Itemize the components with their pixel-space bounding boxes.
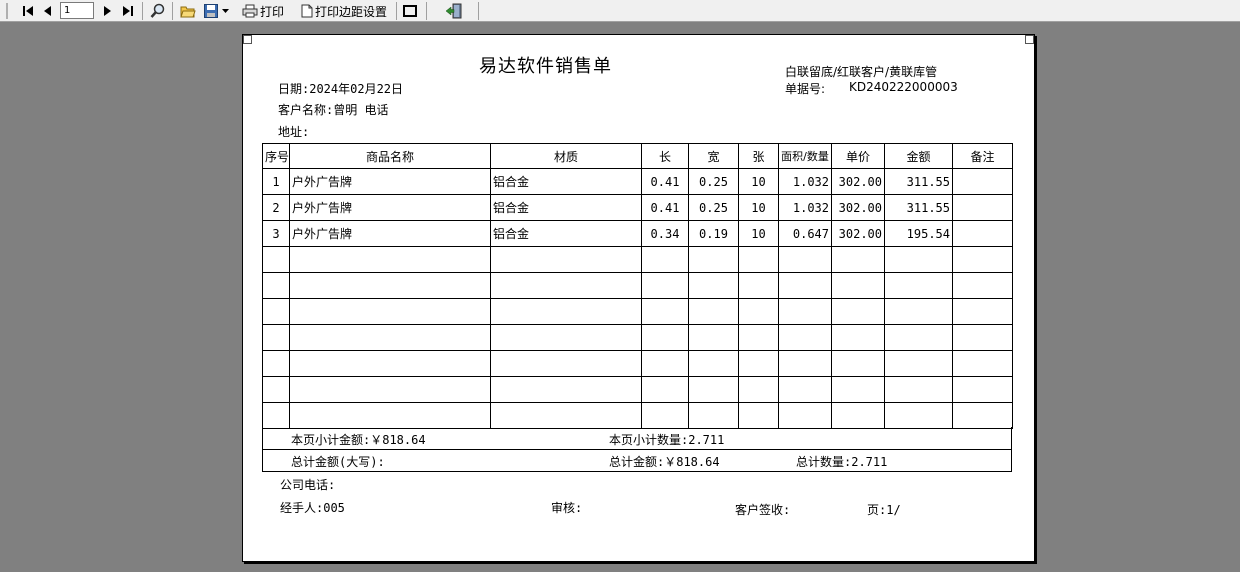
- cell-length: 0.41: [641, 168, 689, 195]
- table-row-empty: [262, 350, 1013, 377]
- col-header-unit-price: 单价: [831, 143, 885, 169]
- copy-note: 白联留底/红联客户/黄联库管: [785, 65, 938, 79]
- cell-length: 0.41: [641, 194, 689, 221]
- cell-seq: 2: [262, 194, 290, 221]
- page-icon: [301, 4, 313, 18]
- print-label: 打印: [259, 4, 284, 19]
- toolbar-separator: [396, 2, 397, 20]
- page-info: 页:1/: [867, 503, 901, 517]
- customer-name: 客户名称:曾明 电话: [278, 103, 389, 117]
- toolbar-separator: [142, 2, 143, 20]
- order-no-label: 单据号:: [785, 82, 826, 96]
- table-row: 1 户外广告牌 铝合金 0.41 0.25 10 1.032 302.00 31…: [262, 168, 1013, 195]
- last-page-icon[interactable]: [120, 1, 136, 21]
- total-amount: 总计金额:￥818.64: [609, 455, 720, 469]
- cell-remark: [952, 220, 1013, 247]
- cell-product: 户外广告牌: [289, 220, 491, 247]
- totals-box: 本页小计金额:￥818.64 本页小计数量:2.711 总计金额(大写): 总计…: [262, 427, 1012, 472]
- cell-product: 户外广告牌: [289, 194, 491, 221]
- cell-material: 铝合金: [490, 168, 642, 195]
- preview-toolbar: 1 打印 打印边距设置: [0, 0, 1240, 22]
- customer-signature: 客户签收:: [735, 503, 791, 517]
- page-corner-handle: [1025, 35, 1034, 44]
- line-items-table: 序号 商品名称 材质 长 宽 张 面积/数量 单价 金额 备注 1 户外广告牌 …: [262, 143, 1013, 429]
- cell-seq: 1: [262, 168, 290, 195]
- exit-icon[interactable]: [443, 1, 465, 21]
- page-subtotal-amount: 本页小计金额:￥818.64: [291, 433, 426, 447]
- table-row: 2 户外广告牌 铝合金 0.41 0.25 10 1.032 302.00 31…: [262, 194, 1013, 221]
- printer-icon: [242, 4, 258, 18]
- cell-remark: [952, 168, 1013, 195]
- print-margin-label: 打印边距设置: [314, 4, 387, 19]
- cell-area-qty: 1.032: [778, 168, 832, 195]
- cell-sheets: 10: [738, 194, 779, 221]
- cell-material: 铝合金: [490, 194, 642, 221]
- col-header-seq: 序号: [262, 143, 290, 169]
- save-icon[interactable]: [202, 1, 220, 21]
- handler: 经手人:005: [280, 501, 345, 515]
- cell-amount: 311.55: [884, 194, 953, 221]
- col-header-amount: 金额: [884, 143, 953, 169]
- toolbar-separator: [426, 2, 427, 20]
- col-header-area-qty: 面积/数量: [778, 143, 832, 169]
- order-no: KD240222000003: [849, 80, 958, 94]
- col-header-width: 宽: [688, 143, 739, 169]
- cell-width: 0.19: [688, 220, 739, 247]
- page-corner-handle: [243, 35, 252, 44]
- cell-sheets: 10: [738, 220, 779, 247]
- col-header-sheets: 张: [738, 143, 779, 169]
- table-row-empty: [262, 324, 1013, 351]
- toolbar-grip: [2, 1, 12, 21]
- first-page-icon[interactable]: [20, 1, 36, 21]
- zoom-icon[interactable]: [148, 1, 168, 21]
- cell-material: 铝合金: [490, 220, 642, 247]
- total-qty: 总计数量:2.711: [796, 455, 888, 469]
- total-amount-upper: 总计金额(大写):: [291, 455, 385, 469]
- table-row: 3 户外广告牌 铝合金 0.34 0.19 10 0.647 302.00 19…: [262, 220, 1013, 247]
- toolbar-separator: [172, 2, 173, 20]
- table-row-empty: [262, 246, 1013, 273]
- table-row-empty: [262, 272, 1013, 299]
- table-row-empty: [262, 298, 1013, 325]
- company-phone: 公司电话:: [280, 478, 336, 492]
- cell-length: 0.34: [641, 220, 689, 247]
- col-header-remark: 备注: [952, 143, 1013, 169]
- cell-remark: [952, 194, 1013, 221]
- cell-area-qty: 0.647: [778, 220, 832, 247]
- cell-width: 0.25: [688, 194, 739, 221]
- table-row-empty: [262, 402, 1013, 429]
- page-frame-icon[interactable]: [400, 1, 420, 21]
- address: 地址:: [278, 125, 310, 139]
- cell-unit-price: 302.00: [831, 194, 885, 221]
- cell-amount: 311.55: [884, 168, 953, 195]
- print-button[interactable]: 打印: [238, 1, 288, 21]
- cell-unit-price: 302.00: [831, 220, 885, 247]
- table-row-empty: [262, 376, 1013, 403]
- page-subtotal-qty: 本页小计数量:2.711: [609, 433, 725, 447]
- col-header-product: 商品名称: [289, 143, 491, 169]
- col-header-material: 材质: [490, 143, 642, 169]
- cell-unit-price: 302.00: [831, 168, 885, 195]
- cell-width: 0.25: [688, 168, 739, 195]
- reviewer: 审核:: [551, 501, 583, 515]
- document-title: 易达软件销售单: [479, 56, 612, 77]
- totals-divider: [263, 449, 1011, 450]
- col-header-length: 长: [641, 143, 689, 169]
- open-folder-icon[interactable]: [178, 1, 198, 21]
- cell-seq: 3: [262, 220, 290, 247]
- table-header-row: 序号 商品名称 材质 长 宽 张 面积/数量 单价 金额 备注: [262, 143, 1013, 169]
- cell-area-qty: 1.032: [778, 194, 832, 221]
- order-date: 日期:2024年02月22日: [278, 82, 404, 96]
- toolbar-separator: [478, 2, 479, 20]
- cell-sheets: 10: [738, 168, 779, 195]
- sales-order-page: 易达软件销售单 白联留底/红联客户/黄联库管 单据号: KD2402220000…: [242, 34, 1035, 562]
- cell-product: 户外广告牌: [289, 168, 491, 195]
- save-dropdown-icon[interactable]: [220, 1, 230, 21]
- prev-page-icon[interactable]: [40, 1, 56, 21]
- print-margin-settings-button[interactable]: 打印边距设置: [296, 1, 392, 21]
- page-number-input[interactable]: 1: [60, 2, 94, 19]
- cell-amount: 195.54: [884, 220, 953, 247]
- next-page-icon[interactable]: [99, 1, 115, 21]
